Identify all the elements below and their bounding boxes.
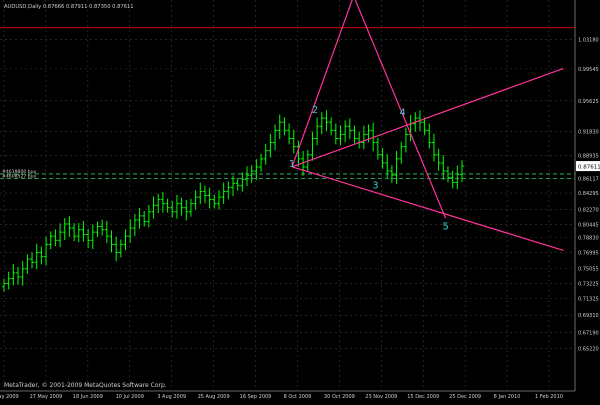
y-tick-label: 0.69310	[578, 313, 599, 319]
x-tick-label: 15 Dec 2009	[407, 394, 439, 400]
y-tick-label: 0.82270	[578, 208, 599, 214]
y-tick-label: 1.03180	[578, 37, 599, 43]
x-tick-label: 23 Nov 2009	[365, 394, 397, 400]
wave-label: 5	[442, 221, 448, 232]
current-price-label: 0.87611	[578, 165, 600, 171]
x-tick-label: 18 Jun 2009	[73, 394, 103, 400]
y-tick-label: 0.99545	[578, 67, 599, 73]
chart-background	[0, 0, 600, 401]
y-tick-label: 0.95625	[578, 99, 599, 105]
wave-label: 4	[399, 108, 405, 119]
y-tick-label: 0.71325	[578, 297, 599, 303]
wave-label: 1	[289, 159, 295, 170]
wave-label: 3	[372, 181, 378, 192]
x-tick-label: 8 Jan 2010	[494, 394, 521, 400]
chart-window: #4619800 buy #4608527 buy 1 2 3 4 5 1.03180 0.9…	[0, 0, 600, 401]
x-tick-label: 16 Sep 2009	[240, 394, 272, 400]
chart-header: AUDUSD,Daily 0.87666 0.87911 0.87350 0.8…	[4, 4, 134, 10]
y-tick-label: 0.80445	[578, 222, 599, 228]
y-tick-label: 0.75055	[578, 266, 599, 272]
x-tick-label: 30 Oct 2009	[324, 394, 355, 400]
y-tick-label: 0.73225	[578, 281, 599, 287]
wave-label: 2	[312, 105, 318, 116]
y-tick-label: 0.78830	[578, 236, 599, 242]
y-tick-label: 0.65220	[578, 346, 599, 352]
x-tick-label: 27 May 2009	[30, 394, 63, 400]
x-tick-label: 1 Feb 2010	[535, 394, 563, 400]
x-tick-label: 10 Jul 2009	[116, 394, 144, 400]
y-tick-label: 0.86117	[578, 176, 599, 182]
y-tick-label: 0.76995	[578, 251, 599, 257]
price-chart[interactable]: #4619800 buy#4608527 buy12345 1.031800.9…	[0, 0, 600, 401]
order-label: #4608527 buy	[2, 173, 37, 179]
y-tick-label: 0.84295	[578, 191, 599, 197]
x-tick-label: 25 Aug 2009	[198, 394, 230, 400]
x-tick-label: 3 Aug 2009	[157, 394, 186, 400]
y-tick-label: 0.67190	[578, 330, 599, 336]
y-tick-label: 0.88935	[578, 153, 599, 159]
x-tick-label: 5 May 2009	[0, 394, 19, 400]
x-tick-label: 8 Oct 2009	[284, 394, 312, 400]
x-tick-label: 25 Dec 2009	[449, 394, 481, 400]
chart-footer: MetaTrader, © 2001-2009 MetaQuotes Softw…	[4, 382, 167, 389]
y-tick-label: 0.91830	[578, 130, 599, 136]
